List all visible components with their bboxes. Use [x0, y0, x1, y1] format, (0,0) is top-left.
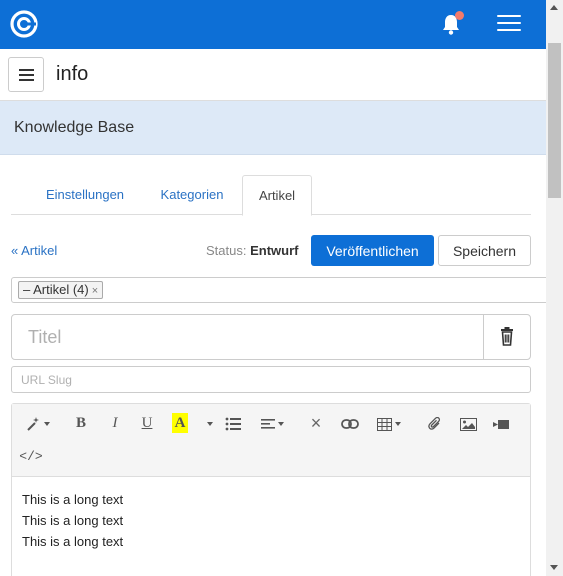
tag-remove-icon[interactable]: ×: [92, 285, 98, 297]
editor-content[interactable]: This is a long text This is a long text …: [22, 489, 123, 552]
category-tag-label: – Artikel (4): [23, 282, 89, 297]
url-slug-input[interactable]: [11, 366, 531, 393]
align-icon: [260, 419, 275, 429]
attachment-icon: [428, 417, 441, 431]
tab-bar: Einstellungen Kategorien Artikel: [11, 175, 531, 216]
section-title: Knowledge Base: [14, 119, 135, 136]
page-title: info: [56, 63, 89, 85]
notification-badge: [455, 11, 464, 20]
underline-button[interactable]: U: [137, 412, 157, 434]
status-indicator: Status: Entwurf: [206, 243, 298, 258]
title-input[interactable]: [12, 315, 484, 359]
status-label: Status:: [206, 243, 247, 258]
content-line: This is a long text: [22, 492, 124, 507]
image-icon: [459, 417, 477, 431]
link-icon: [341, 419, 359, 430]
section-header: Knowledge Base: [0, 101, 546, 155]
spiral-logo-icon[interactable]: [10, 10, 38, 38]
trash-icon: [501, 327, 513, 346]
sidebar-toggle-button[interactable]: [8, 57, 44, 92]
content-line: This is a long text: [22, 513, 124, 528]
publish-button[interactable]: Veröffentlichen: [311, 235, 434, 266]
content-line: This is a long text: [22, 534, 124, 549]
tab-artikel[interactable]: Artikel: [242, 175, 312, 216]
category-select[interactable]: – Artikel (4) ×: [11, 277, 551, 303]
status-value: Entwurf: [250, 243, 299, 258]
save-button[interactable]: Speichern: [438, 235, 531, 266]
attachment-button[interactable]: [425, 412, 445, 434]
editor-toolbar: B I U A × </>: [12, 404, 530, 477]
category-tag: – Artikel (4) ×: [18, 281, 104, 299]
top-navbar: [0, 0, 546, 49]
list-button[interactable]: [223, 412, 243, 434]
page-header: info: [0, 49, 546, 101]
magic-wand-icon: [26, 417, 39, 432]
hamburger-icon[interactable]: [497, 15, 521, 35]
italic-button[interactable]: I: [105, 412, 125, 434]
delete-button[interactable]: [484, 315, 530, 359]
image-button[interactable]: [457, 412, 479, 434]
scroll-up-arrow-icon[interactable]: [550, 5, 558, 10]
vertical-scrollbar[interactable]: [546, 0, 563, 576]
highlight-button[interactable]: A: [172, 413, 188, 433]
style-dropdown[interactable]: [21, 412, 53, 434]
list-icon: [225, 417, 241, 431]
table-icon: [377, 417, 392, 431]
scroll-down-arrow-icon[interactable]: [550, 565, 558, 570]
scrollbar-thumb[interactable]: [548, 43, 561, 198]
bold-button[interactable]: B: [71, 412, 91, 434]
tab-einstellungen[interactable]: Einstellungen: [31, 175, 139, 216]
table-dropdown[interactable]: [373, 412, 405, 434]
clear-format-button[interactable]: ×: [306, 412, 326, 434]
video-button[interactable]: [490, 412, 512, 434]
tab-kategorien[interactable]: Kategorien: [149, 175, 235, 216]
title-input-group: [11, 314, 531, 360]
video-icon: [492, 419, 509, 429]
link-button[interactable]: [339, 412, 361, 434]
align-dropdown[interactable]: [256, 412, 288, 434]
color-dropdown-toggle[interactable]: [204, 412, 216, 434]
code-view-button[interactable]: </>: [19, 446, 43, 468]
back-link[interactable]: « Artikel: [11, 243, 57, 258]
rich-text-editor: B I U A × </> This is a long text This i…: [11, 403, 531, 576]
